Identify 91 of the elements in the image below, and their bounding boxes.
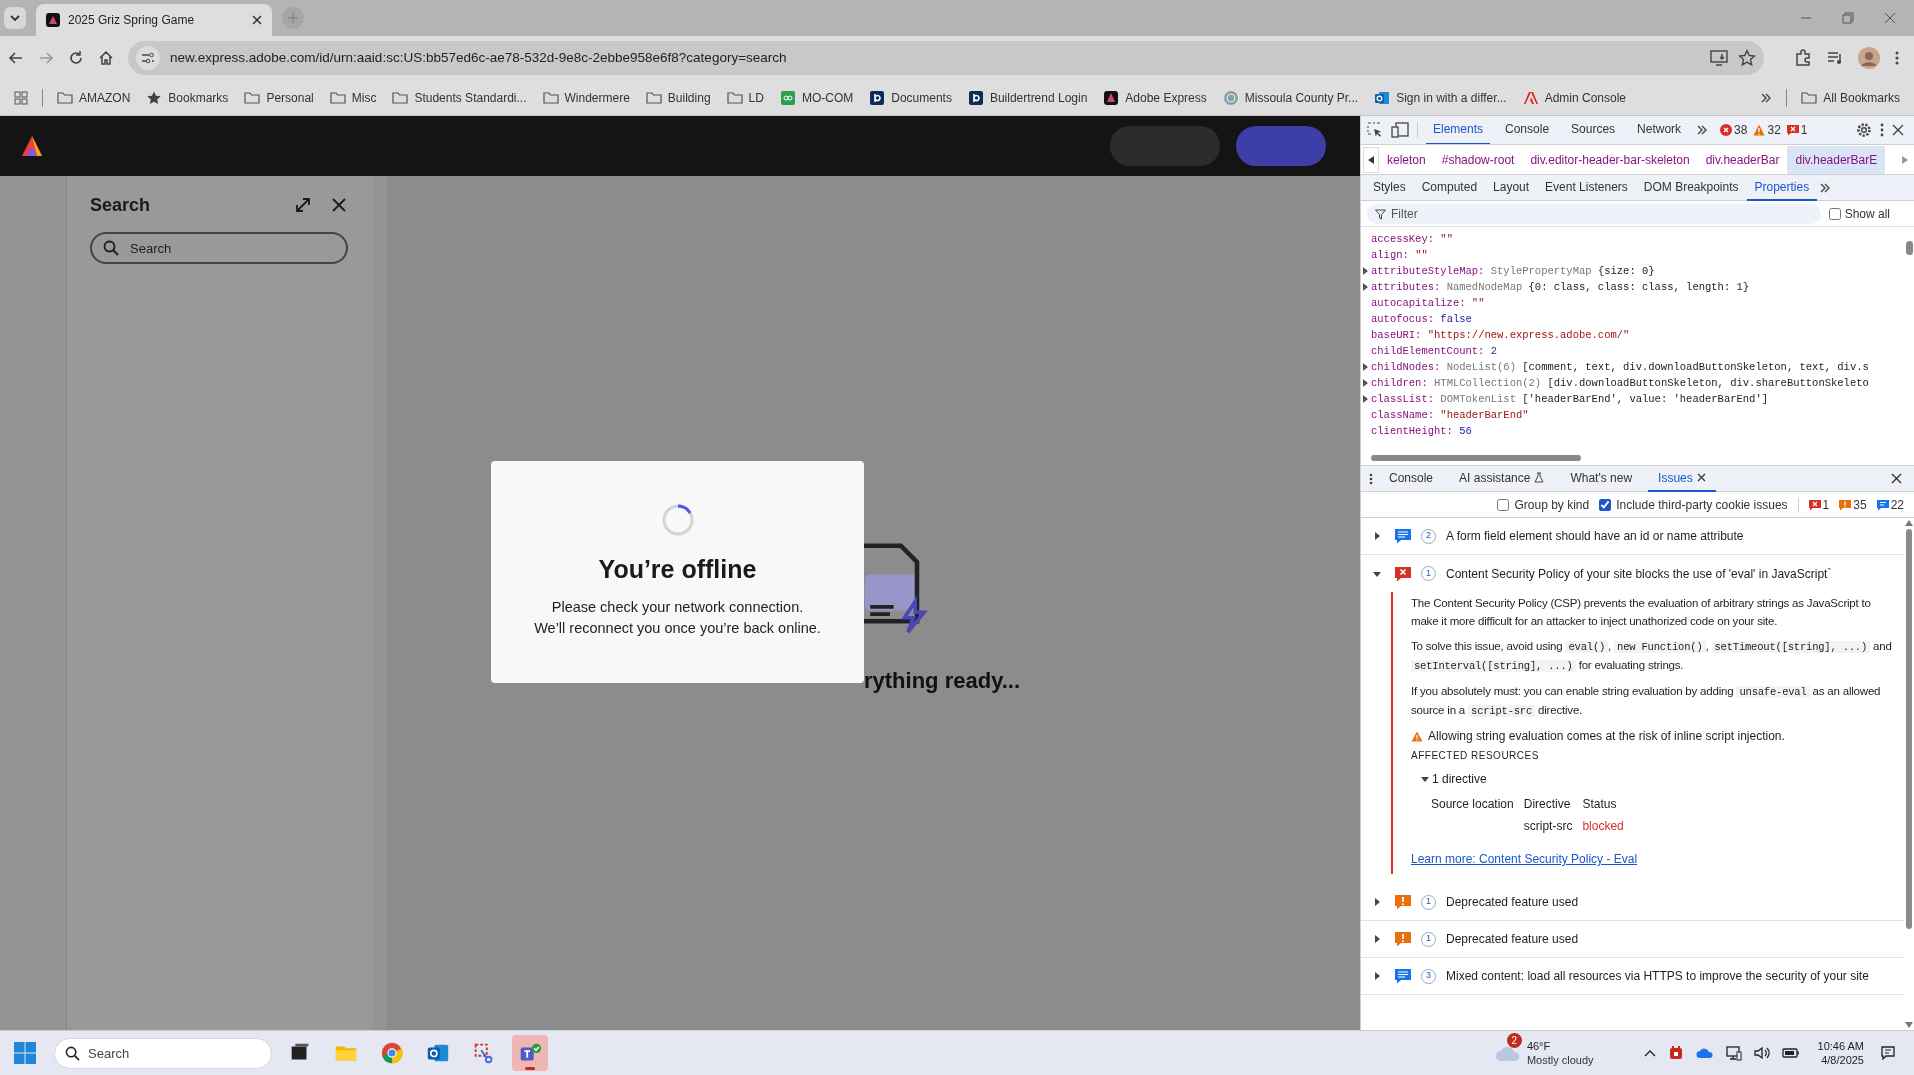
breadcrumb-item[interactable]: div.headerBarE: [1787, 145, 1886, 174]
count-label: 1: [1822, 496, 1830, 514]
issue-title[interactable]: Deprecated feature used: [1446, 930, 1579, 948]
sidebar-tab[interactable]: DOM Breakpoints: [1635, 174, 1747, 201]
filter-field[interactable]: Filter: [1367, 203, 1821, 224]
weather-temperature: 46°F: [1526, 1039, 1552, 1053]
count-label: 22: [1890, 496, 1904, 514]
bookmark-link[interactable]: LD: [748, 88, 764, 107]
property-line: autocapitalize: "": [1371, 296, 1485, 311]
column-header: Source location: [1431, 796, 1514, 813]
bookmark-link[interactable]: Adobe Express: [1125, 88, 1207, 107]
bookmark-link[interactable]: Students Standardi...: [414, 88, 527, 107]
property-line: children: HTMLCollection(2) [div.downloadButtonSkeleton, div.shareButtonSkeleto: [1371, 376, 1869, 391]
bookmark-link[interactable]: Bookmarks: [168, 88, 229, 107]
bookmark-link[interactable]: Misc: [351, 88, 377, 107]
sidebar-tab[interactable]: Event Listeners: [1537, 174, 1636, 201]
bookmark-link[interactable]: Sign in with a differ...: [1396, 88, 1507, 107]
weather-condition: Mostly cloudy: [1526, 1053, 1594, 1067]
bookmark-link[interactable]: MO-COM: [801, 88, 854, 107]
property-line: clientHeight: 56: [1371, 424, 1472, 439]
breadcrumb-item[interactable]: keleton: [1379, 145, 1434, 174]
sidebar-tab[interactable]: Layout: [1485, 174, 1538, 201]
bookmark-link[interactable]: All Bookmarks: [1823, 88, 1900, 107]
drawer-tab[interactable]: AI assistance: [1449, 465, 1555, 492]
dialog-title: You’re offline: [598, 554, 757, 585]
property-line: classList: DOMTokenList ['headerBarEnd', value: 'headerBarEnd']: [1371, 392, 1768, 407]
panel-title: Search: [90, 193, 152, 217]
issue-description: The Content Security Policy (CSP) prevents the evaluation of arbitrary strings as JavaScript to make it more difficult for an attacker to inject unathorized code on your site.: [1411, 596, 1872, 629]
devtools-tab[interactable]: Console: [1498, 116, 1557, 144]
loading-text: rything ready...: [864, 667, 1021, 695]
checkbox-label: Group by kind: [1514, 496, 1590, 514]
property-line: align: "": [1371, 248, 1428, 263]
property-line: className: "headerBarEnd": [1371, 408, 1529, 423]
taskbar-search-field[interactable]: Search: [54, 1037, 272, 1069]
property-line: childElementCount: 2: [1371, 344, 1498, 359]
dialog-message: We’ll reconnect you once you’re back online.: [534, 619, 821, 639]
dialog-message: Please check your network connection.: [551, 597, 804, 617]
issue-description: To solve this issue, avoid using eval() , new Function() , setTimeout([string], ...) and setInterval([string], ...) for evaluating strings.: [1411, 639, 1893, 674]
devtools-tab[interactable]: Sources: [1564, 116, 1623, 144]
directive-toggle[interactable]: 1 directive: [1432, 770, 1487, 788]
bookmark-link[interactable]: Admin Console: [1544, 88, 1626, 107]
breadcrumb-item[interactable]: div.headerBar: [1697, 145, 1788, 174]
search-field[interactable]: Search: [90, 232, 348, 264]
issue-description: If you absolutely must: you can enable string evaluation by adding unsafe-eval as an allowed source in a script-src directive.: [1411, 684, 1882, 719]
bookmark-link[interactable]: Documents: [891, 88, 952, 107]
bookmark-link[interactable]: Building: [667, 88, 711, 107]
issue-title[interactable]: Content Security Policy of your site blocks the use of 'eval' in JavaScript`: [1446, 564, 1832, 583]
property-line: accessKey: "": [1371, 232, 1453, 247]
status-text: blocked: [1582, 818, 1624, 835]
browser-tab[interactable]: 2025 Griz Spring Game: [36, 4, 272, 36]
notification-badge: 2: [1506, 1033, 1522, 1048]
column-header: Status: [1582, 796, 1618, 813]
checkbox-label: Show all: [1844, 205, 1890, 223]
clock-time[interactable]: 10:46 AM: [1817, 1039, 1864, 1053]
count-label[interactable]: 38: [1734, 121, 1748, 139]
tab-title: 2025 Griz Spring Game: [68, 12, 196, 29]
property-line: attributeStyleMap: StylePropertyMap {size: 0}: [1371, 264, 1655, 279]
bookmark-link[interactable]: Personal: [266, 88, 314, 107]
issue-title[interactable]: Mixed content: load all resources via HTTPS to improve the security of your site: [1446, 967, 1869, 985]
bookmark-link[interactable]: Windermere: [564, 88, 630, 107]
sidebar-tab[interactable]: Computed: [1413, 174, 1486, 201]
clock-date[interactable]: 4/8/2025: [1821, 1053, 1864, 1067]
bookmark-link[interactable]: AMAZON: [79, 88, 131, 107]
drawer-tab[interactable]: Issues: [1648, 465, 1716, 492]
sidebar-tab[interactable]: Styles: [1365, 174, 1414, 201]
learn-more-link[interactable]: Learn more: Content Security Policy - Eval: [1411, 850, 1638, 868]
count-label[interactable]: 1: [1800, 121, 1808, 139]
warning-text: Allowing string evaluation comes at the risk of inline script injection.: [1428, 728, 1785, 745]
devtools-tab[interactable]: Elements: [1426, 116, 1491, 144]
bookmark-link[interactable]: Missoula County Pr...: [1244, 88, 1359, 107]
address-bar[interactable]: new.express.adobe.com/id/urn:aaid:sc:US:bb57ed6c-ae78-532d-9e8c-2ebbe958e6f8?category=search: [128, 41, 1764, 75]
issue-title[interactable]: Deprecated feature used: [1446, 893, 1579, 911]
property-line: autofocus: false: [1371, 312, 1472, 327]
column-header: Directive: [1523, 796, 1572, 813]
breadcrumb-item[interactable]: #shadow-root: [1433, 145, 1523, 174]
count-label: 35: [1853, 496, 1867, 514]
drawer-tab[interactable]: What's new: [1560, 465, 1643, 492]
checkbox-label: Include third-party cookie issues: [1616, 496, 1788, 514]
bookmark-link[interactable]: Buildertrend Login: [989, 88, 1088, 107]
issue-title[interactable]: A form field element should have an id or name attribute: [1446, 527, 1744, 545]
section-heading: AFFECTED RESOURCES: [1411, 749, 1540, 763]
url-text: new.express.adobe.com/id/urn:aaid:sc:US:bb57ed6c-ae78-532d-9e8c-2ebbe958e6f8?category=search: [170, 48, 788, 67]
devtools-tab[interactable]: Network: [1630, 116, 1689, 144]
drawer-tab[interactable]: Console: [1379, 465, 1444, 492]
property-line: childNodes: NodeList(6) [comment, text, div.downloadButtonSkeleton, text, div.s: [1371, 360, 1869, 375]
count-label[interactable]: 32: [1767, 121, 1781, 139]
sidebar-tab[interactable]: Properties: [1746, 174, 1818, 201]
property-line: attributes: NamedNodeMap {0: class, class: class, length: 1}: [1371, 280, 1750, 295]
breadcrumb-item[interactable]: div.editor-header-bar-skeleton: [1522, 145, 1698, 174]
property-line: baseURI: "https://new.express.adobe.com/": [1371, 328, 1630, 343]
table-cell-text: script-src: [1523, 818, 1573, 835]
